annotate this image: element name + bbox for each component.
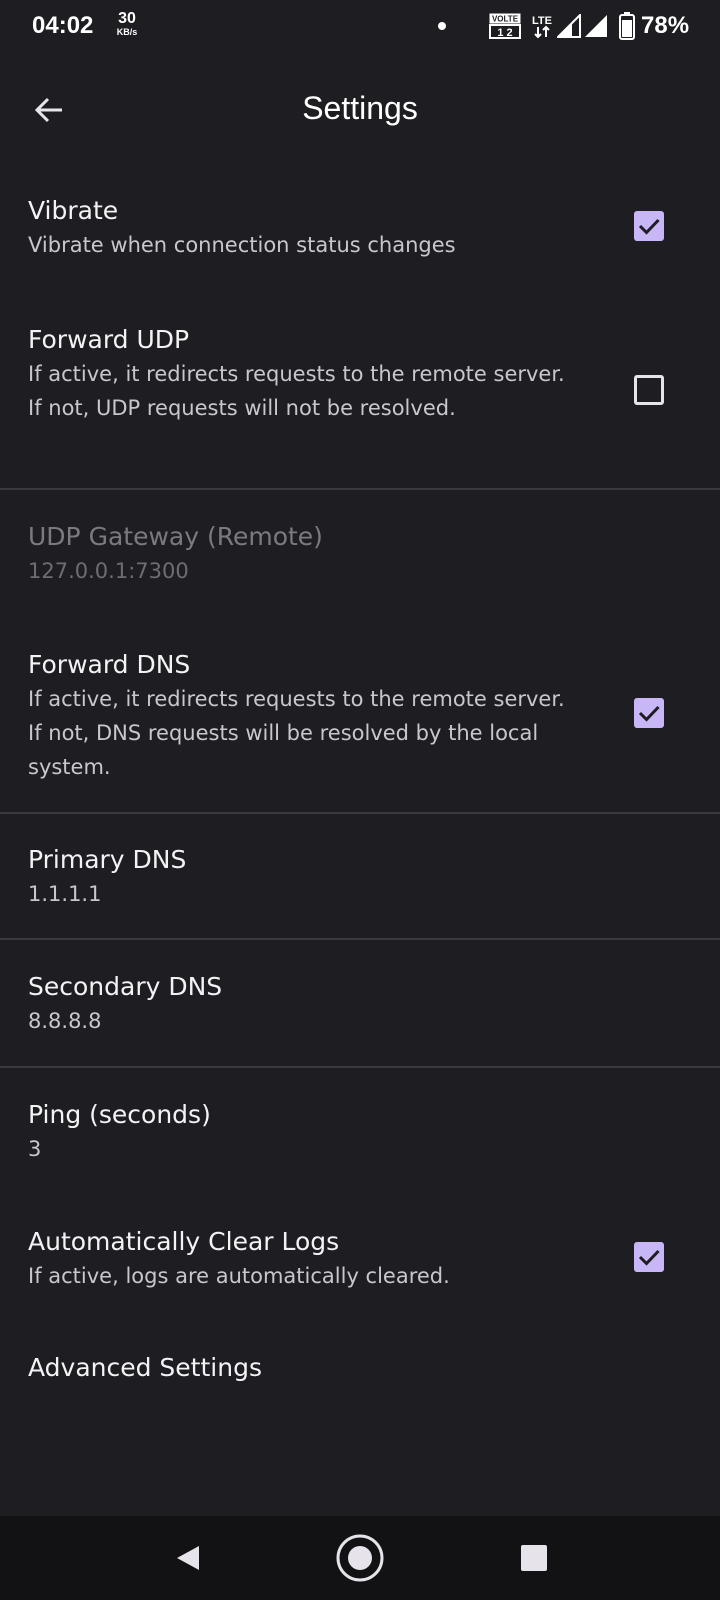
network-speed: 30 KB/s — [112, 11, 142, 37]
network-speed-unit: KB/s — [116, 27, 138, 37]
setting-summary: 1.1.1.1 — [28, 882, 102, 906]
triangle-back-icon — [177, 1546, 199, 1570]
setting-title: Automatically Clear Logs — [28, 1227, 340, 1256]
app-bar: Settings — [0, 56, 720, 164]
square-recents-icon — [521, 1545, 547, 1571]
status-bar: 04:02 30 KB/s VOLTE 1 2 LTE 78% — [0, 0, 720, 56]
signal-strength-icon — [557, 14, 581, 38]
setting-vibrate[interactable]: Vibrate Vibrate when connection status c… — [0, 164, 720, 290]
lte-label: LTE — [532, 15, 552, 27]
nav-back-button[interactable] — [164, 1534, 212, 1582]
volte-label: VOLTE — [492, 15, 519, 24]
navigation-bar — [0, 1516, 720, 1600]
circle-home-icon — [336, 1534, 384, 1582]
battery-icon — [619, 12, 635, 40]
setting-title: Primary DNS — [28, 845, 187, 874]
setting-forward-dns[interactable]: Forward DNS If active, it redirects requ… — [0, 616, 720, 812]
setting-udp-gateway: UDP Gateway (Remote) 127.0.0.1:7300 — [0, 490, 720, 616]
status-time: 04:02 — [32, 12, 94, 39]
setting-summary: 127.0.0.1:7300 — [28, 559, 189, 583]
notification-dot-icon — [438, 22, 446, 30]
lte-icon: LTE — [532, 15, 552, 39]
setting-primary-dns[interactable]: Primary DNS 1.1.1.1 — [0, 814, 720, 938]
checkmark-icon — [638, 218, 660, 235]
setting-secondary-dns[interactable]: Secondary DNS 8.8.8.8 — [0, 940, 720, 1066]
setting-forward-udp[interactable]: Forward UDP If active, it redirects requ… — [0, 290, 720, 488]
svg-text:1 2: 1 2 — [497, 27, 512, 39]
setting-summary: 3 — [28, 1137, 42, 1161]
checkmark-icon — [638, 705, 660, 722]
forward-udp-checkbox[interactable] — [634, 375, 664, 405]
setting-title: UDP Gateway (Remote) — [28, 522, 323, 551]
signal-strength-icon — [585, 15, 607, 37]
battery-percent: 78% — [641, 12, 690, 39]
setting-summary: If active, logs are automatically cleare… — [28, 1264, 450, 1288]
setting-auto-clear-logs[interactable]: Automatically Clear Logs If active, logs… — [0, 1194, 720, 1320]
setting-advanced[interactable]: Advanced Settings — [0, 1320, 720, 1420]
auto-clear-logs-checkbox[interactable] — [634, 1242, 664, 1272]
setting-summary: 8.8.8.8 — [28, 1009, 102, 1033]
setting-title: Secondary DNS — [28, 972, 223, 1001]
volte-icon: VOLTE 1 2 — [489, 13, 521, 39]
setting-title: Forward DNS — [28, 650, 191, 679]
page-title: Settings — [302, 90, 418, 126]
nav-home-button[interactable] — [334, 1532, 386, 1584]
checkmark-icon — [638, 1249, 660, 1266]
setting-summary: If active, it redirects requests to the … — [28, 687, 565, 779]
setting-summary: Vibrate when connection status changes — [28, 233, 456, 257]
forward-dns-checkbox[interactable] — [634, 698, 664, 728]
setting-ping[interactable]: Ping (seconds) 3 — [0, 1068, 720, 1194]
nav-recents-button[interactable] — [510, 1534, 558, 1582]
setting-title: Vibrate — [28, 196, 119, 225]
setting-title: Forward UDP — [28, 325, 190, 354]
vibrate-checkbox[interactable] — [634, 211, 664, 241]
setting-title: Advanced Settings — [28, 1353, 262, 1382]
network-speed-value: 30 — [118, 10, 136, 27]
setting-title: Ping (seconds) — [28, 1100, 211, 1129]
setting-summary: If active, it redirects requests to the … — [28, 362, 565, 420]
